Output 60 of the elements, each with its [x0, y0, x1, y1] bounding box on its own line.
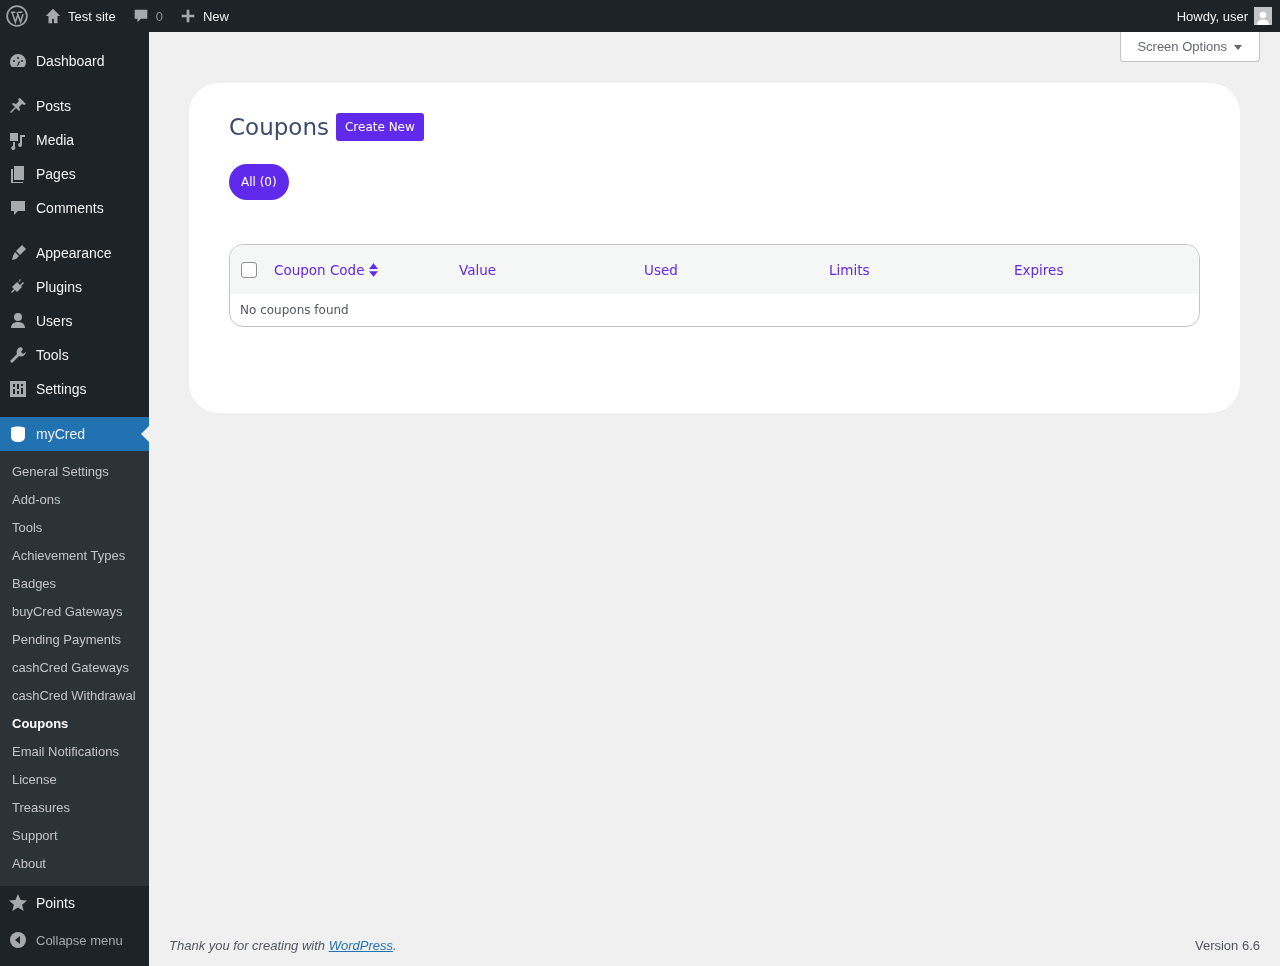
- new-link[interactable]: New: [178, 7, 229, 25]
- submenu-item[interactable]: License: [0, 766, 149, 794]
- column-header[interactable]: Coupon Code: [274, 261, 379, 278]
- menu-item[interactable]: Settings: [0, 372, 149, 406]
- menu-item[interactable]: myCred: [0, 417, 149, 451]
- submenu-item[interactable]: Support: [0, 822, 149, 850]
- page-title: Coupons: [229, 114, 329, 140]
- submenu-item[interactable]: Treasures: [0, 794, 149, 822]
- submenu-item[interactable]: Add-ons: [0, 486, 149, 514]
- column-header[interactable]: Used: [644, 261, 678, 278]
- menu-item[interactable]: Media: [0, 123, 149, 157]
- menu-item[interactable]: Plugins: [0, 270, 149, 304]
- screen-options-button[interactable]: Screen Options: [1120, 32, 1260, 62]
- submenu-item[interactable]: Email Notifications: [0, 738, 149, 766]
- submenu-item[interactable]: General Settings: [0, 458, 149, 486]
- home-icon: [44, 7, 62, 25]
- submenu-item[interactable]: buyCred Gateways: [0, 598, 149, 626]
- version-text: Version 6.6: [1194, 937, 1260, 953]
- create-new-button[interactable]: Create New: [335, 113, 424, 141]
- menu-icon: [8, 311, 28, 331]
- column-header[interactable]: Limits: [829, 261, 870, 278]
- menu-item[interactable]: Comments: [0, 191, 149, 225]
- sort-icon: [369, 262, 379, 277]
- submenu-item[interactable]: Badges: [0, 570, 149, 598]
- menu-item[interactable]: Tools: [0, 338, 149, 372]
- site-link[interactable]: Test site: [44, 7, 116, 25]
- footer-text: Thank you for creating with WordPress.: [169, 937, 397, 953]
- menu-item[interactable]: Users: [0, 304, 149, 338]
- submenu-item[interactable]: Achievement Types: [0, 542, 149, 570]
- menu-icon: [8, 130, 28, 150]
- wordpress-logo-icon[interactable]: [6, 5, 28, 27]
- collapse-icon: [8, 930, 28, 950]
- menu-item[interactable]: Points: [0, 886, 149, 920]
- filter-tab[interactable]: All (0): [229, 164, 289, 200]
- avatar-icon: [1254, 7, 1272, 25]
- submenu-item[interactable]: cashCred Gateways: [0, 654, 149, 682]
- menu-item[interactable]: Pages: [0, 157, 149, 191]
- menu-icon: [8, 379, 28, 399]
- empty-message: No coupons found: [239, 302, 350, 319]
- menu-icon: [8, 893, 28, 913]
- collapse-menu-button[interactable]: Collapse menu: [0, 923, 149, 957]
- submenu-item[interactable]: About: [0, 850, 149, 878]
- menu-item[interactable]: Appearance: [0, 236, 149, 270]
- submenu-item[interactable]: cashCred Withdrawal: [0, 682, 149, 710]
- select-all-checkbox[interactable]: [241, 261, 257, 278]
- menu-icon: [8, 424, 28, 444]
- account-link[interactable]: Howdy, user: [1176, 7, 1272, 25]
- submenu-item[interactable]: Tools: [0, 514, 149, 542]
- menu-item[interactable]: Dashboard: [0, 44, 149, 78]
- menu-icon: [8, 345, 28, 365]
- submenu-item[interactable]: Pending Payments: [0, 626, 149, 654]
- wordpress-link[interactable]: WordPress: [328, 937, 393, 953]
- menu-icon: [8, 198, 28, 218]
- comments-link[interactable]: 0: [131, 7, 163, 25]
- column-header[interactable]: Value: [459, 261, 497, 278]
- submenu-item[interactable]: Coupons: [0, 710, 149, 738]
- column-header[interactable]: Expires: [1014, 261, 1064, 278]
- menu-icon: [8, 96, 28, 116]
- current-indicator: [141, 426, 149, 442]
- menu-item[interactable]: Posts: [0, 89, 149, 123]
